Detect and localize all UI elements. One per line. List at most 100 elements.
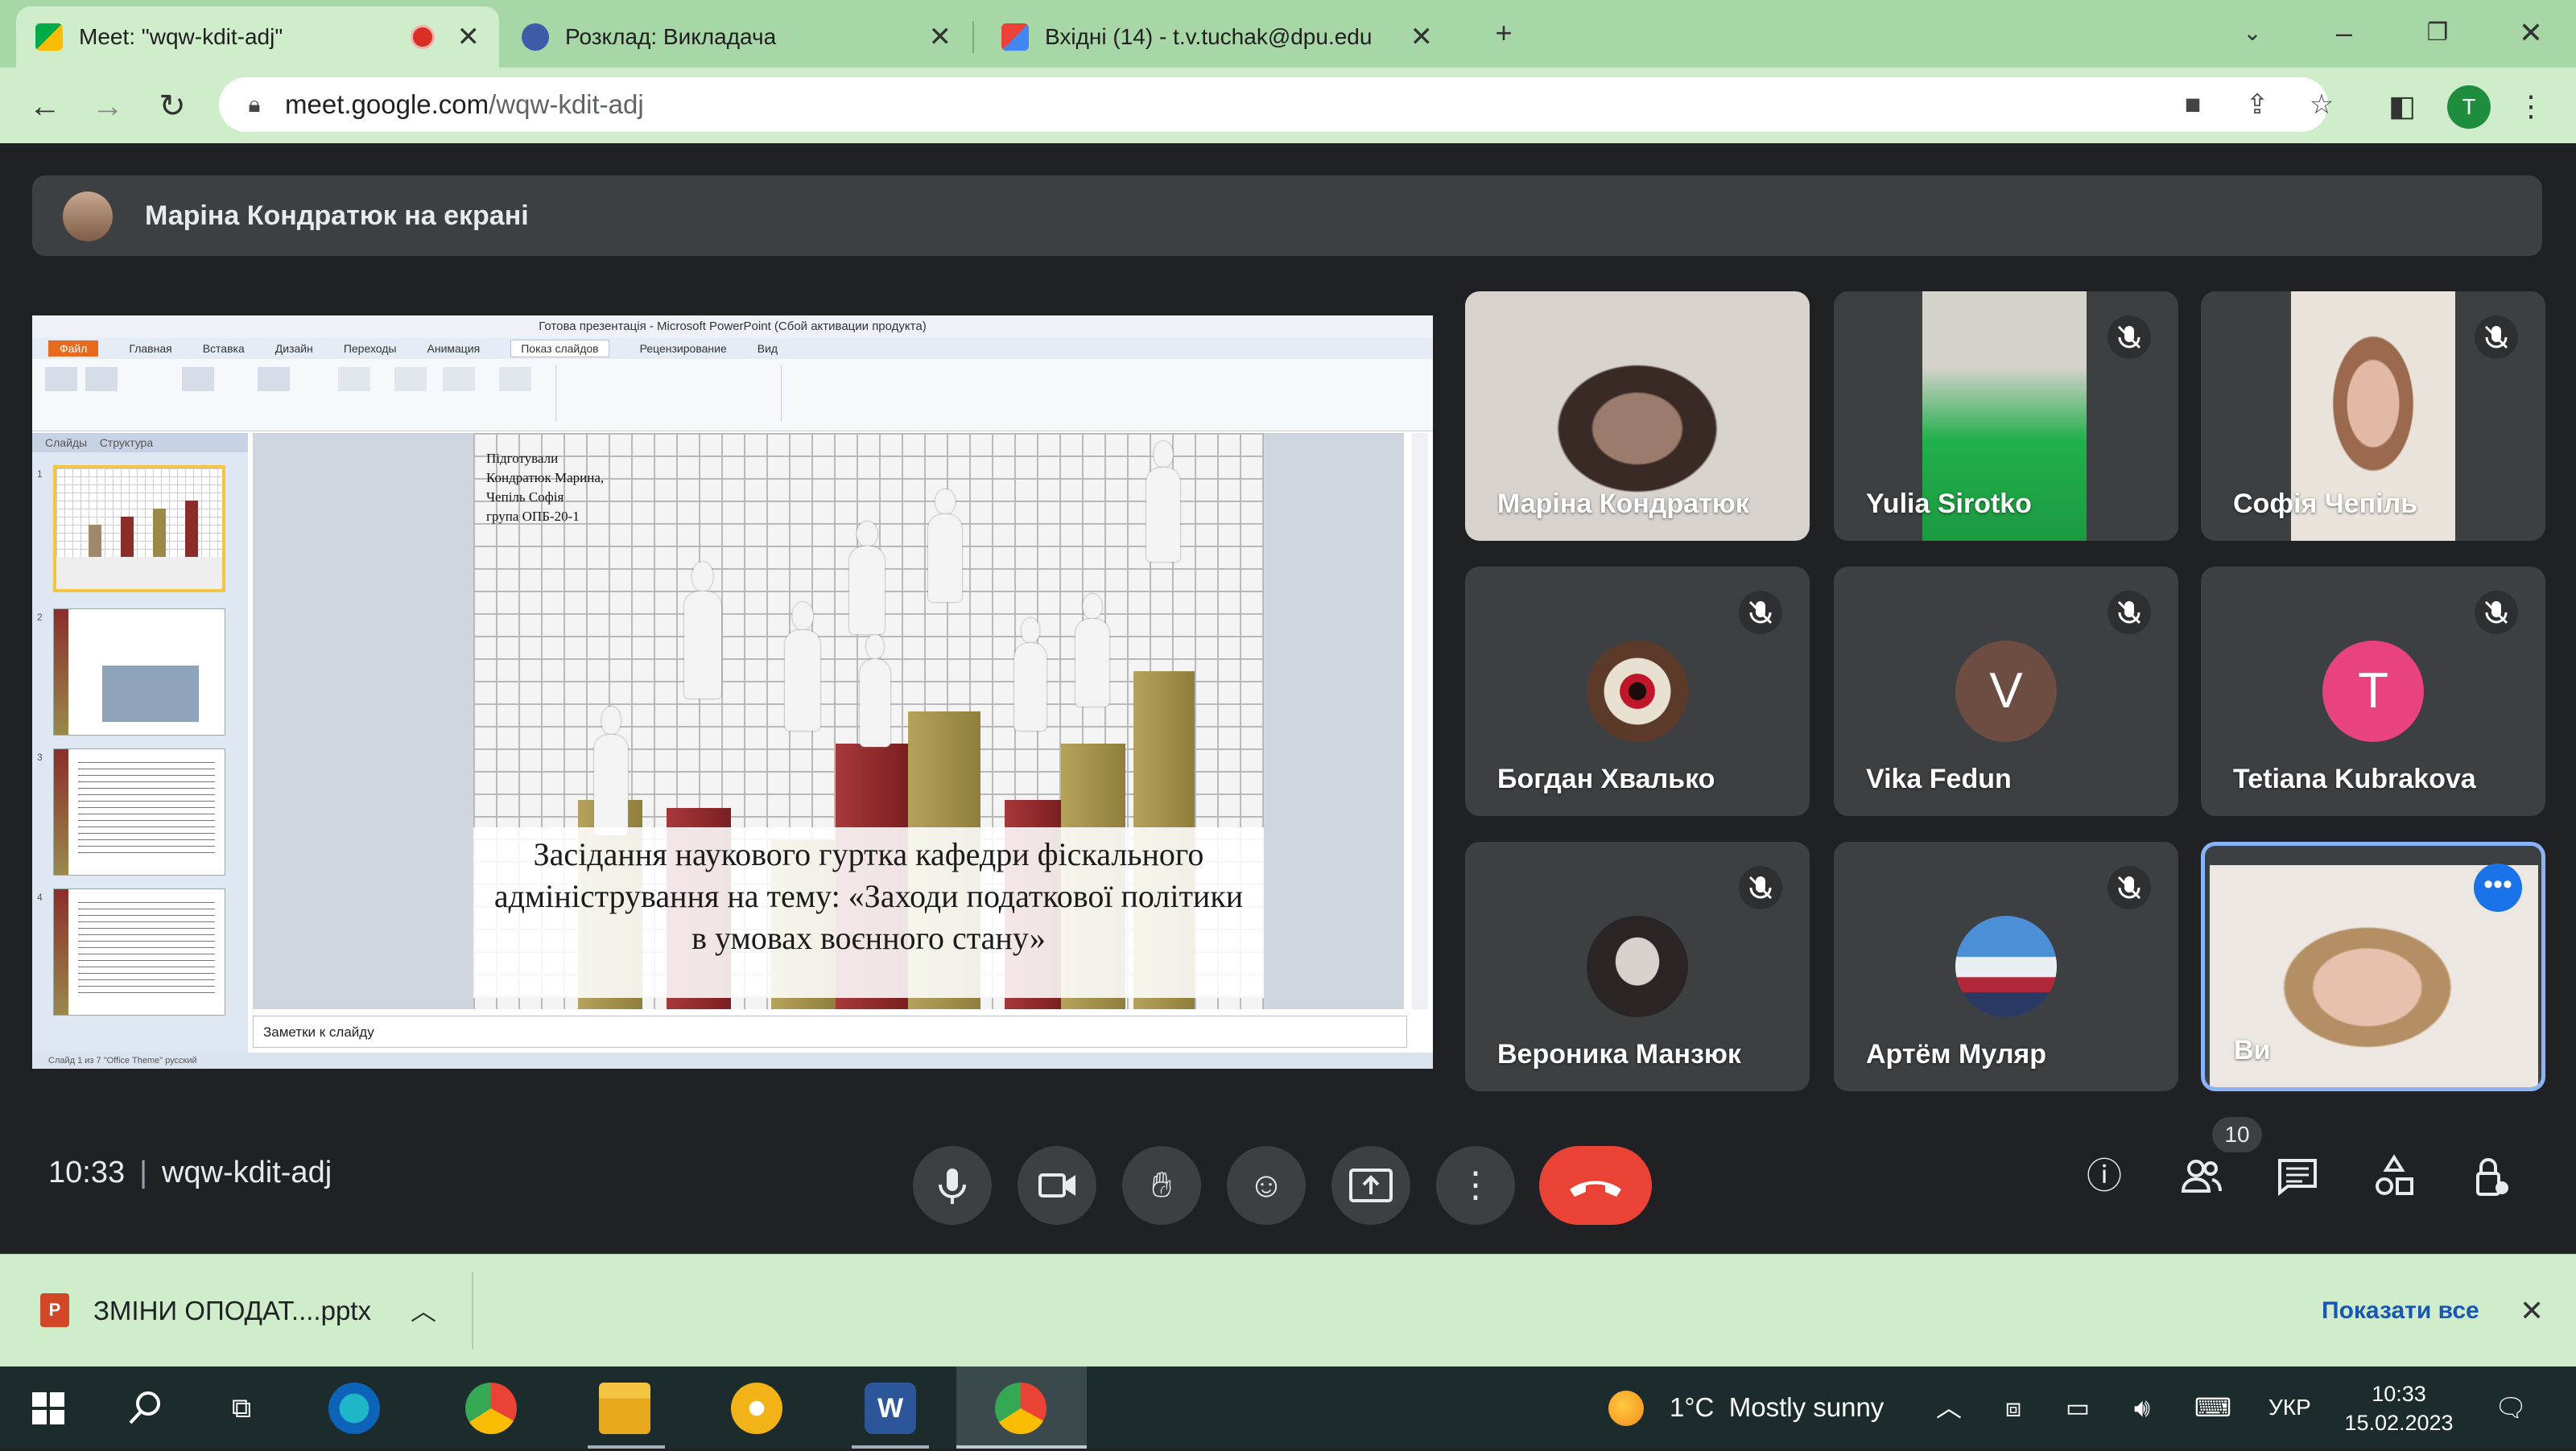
close-download-bar-icon[interactable]: ✕ [2520, 1255, 2544, 1367]
download-item[interactable]: P ЗМІНИ ОПОДАТ....pptx ︿ [32, 1272, 473, 1350]
meeting-details-info-icon[interactable]: ⓘ [2079, 1151, 2130, 1202]
meet-now-icon[interactable]: ⧈ [1993, 1387, 2033, 1428]
back-arrow-icon[interactable]: ← [23, 84, 68, 129]
tab-gmail[interactable]: Вхідні (14) - t.v.tuchak@dpu.edu ✕ [982, 6, 1452, 68]
file-explorer-icon[interactable] [599, 1383, 650, 1434]
search-icon[interactable] [119, 1383, 171, 1434]
word-icon[interactable]: W [865, 1383, 916, 1434]
chat-icon[interactable] [2272, 1151, 2323, 1202]
bookmark-star-icon[interactable]: ☆ [2301, 84, 2343, 126]
lock-icon[interactable]: 🔒︎ [233, 84, 275, 126]
weather-sun-icon[interactable] [1608, 1391, 1644, 1426]
participant-name: Софія Чепіль [2233, 488, 2418, 519]
participant-tile-self[interactable]: ••• Ви [2201, 842, 2545, 1091]
url-text[interactable]: meet.google.com/wqw-kdit-adj [285, 77, 644, 132]
mic-off-icon [2107, 866, 2151, 909]
close-window-icon[interactable]: ✕ [2507, 11, 2555, 55]
tab-schedule[interactable]: Розклад: Викладача ✕ [502, 6, 971, 68]
close-tab-icon[interactable]: ✕ [1410, 21, 1434, 53]
notifications-icon[interactable]: 🗨︎ [2491, 1387, 2531, 1428]
more-options-button[interactable]: ⋮ [1436, 1146, 1515, 1225]
raise-hand-icon: ✋︎ [1151, 1165, 1172, 1205]
address-bar[interactable]: 🔒︎ meet.google.com/wqw-kdit-adj ■ ⇪ ☆ [219, 77, 2334, 132]
running-indicator [852, 1445, 929, 1449]
tab-meet[interactable]: Meet: "wqw-kdit-adj" ✕ [16, 6, 499, 68]
activities-shapes-icon[interactable] [2368, 1151, 2420, 1202]
leave-call-button[interactable] [1539, 1146, 1652, 1225]
input-language[interactable]: УКР [2268, 1366, 2311, 1449]
tray-overflow-chevron-icon[interactable]: ︿ [1929, 1387, 1969, 1428]
taskbar-clock[interactable]: 10:33 15.02.2023 [2343, 1379, 2455, 1437]
share-icon[interactable]: ⇪ [2236, 84, 2278, 126]
participant-tile[interactable]: Софія Чепіль [2201, 291, 2545, 541]
windows-start-icon[interactable] [23, 1383, 74, 1434]
microphone-button[interactable] [913, 1146, 992, 1225]
participant-tile[interactable]: Yulia Sirotko [1834, 291, 2178, 541]
close-tab-icon[interactable]: ✕ [929, 21, 952, 53]
pp-notes-field[interactable]: Заметки к слайду [253, 1016, 1407, 1048]
keyboard-icon[interactable]: ⌨ [2193, 1387, 2233, 1428]
present-now-button[interactable] [1331, 1146, 1410, 1225]
windows-taskbar: ⧉ W 1°C Mostly sunny ︿ ⧈ ▭ 🔊︎ ⌨ УКР 10:3… [0, 1366, 2576, 1449]
participant-name: Ви [2234, 1035, 2271, 1066]
volume-icon[interactable]: 🔊︎ [2122, 1387, 2162, 1428]
new-tab-plus-icon[interactable]: + [1480, 11, 1528, 55]
side-panel-icon[interactable]: ◧ [2380, 84, 2425, 129]
slide-thumbnail-1[interactable] [53, 465, 225, 592]
reactions-button[interactable]: ☺ [1227, 1146, 1306, 1225]
camera-icon [1038, 1173, 1075, 1197]
vpn-app-icon[interactable] [731, 1383, 782, 1434]
emoji-icon: ☺ [1248, 1165, 1285, 1205]
profile-avatar[interactable]: T [2447, 85, 2491, 129]
slide-person-figure [1141, 441, 1185, 562]
slide-thumbnail-3[interactable] [53, 748, 225, 876]
show-all-downloads-button[interactable]: Показати все [2322, 1255, 2479, 1367]
thumb-number: 1 [37, 468, 43, 480]
slide-person-figure [679, 562, 727, 699]
tab-search-chevron-icon[interactable]: ⌄ [2228, 11, 2277, 55]
participant-tile[interactable]: Вероника Манзюк [1465, 842, 1810, 1091]
pp-ribbon-icon [338, 367, 370, 391]
pp-vertical-scrollbar[interactable] [1412, 433, 1428, 1009]
camera-button[interactable] [1018, 1146, 1096, 1225]
chrome-browser-icon[interactable] [465, 1383, 517, 1434]
chrome-active-icon[interactable] [995, 1383, 1046, 1434]
shared-screen[interactable]: Готова презентація - Microsoft PowerPoin… [32, 315, 1433, 1069]
participant-tile[interactable]: V Vika Fedun [1834, 567, 2178, 816]
host-controls-lock-icon[interactable] [2465, 1151, 2516, 1202]
slide-thumbnail-4[interactable] [53, 888, 225, 1016]
weather-widget[interactable]: 1°C Mostly sunny [1670, 1366, 1884, 1449]
browser-menu-icon[interactable]: ⋮ [2508, 84, 2553, 129]
pp-ribbon-icon [394, 367, 427, 391]
pp-tab-review: Рецензирование [639, 342, 727, 355]
current-slide[interactable]: Підготували Кондратюк Марина, Чепіль Соф… [473, 433, 1264, 1009]
minimize-window-icon[interactable]: – [2320, 11, 2368, 55]
people-icon[interactable] [2175, 1151, 2227, 1202]
slide-thumbnail-2[interactable] [53, 608, 225, 736]
pp-ribbon-icon [443, 367, 475, 391]
participant-name: Tetiana Kubrakova [2233, 764, 2476, 794]
running-indicator [588, 1445, 665, 1449]
participant-tile[interactable]: T Tetiana Kubrakova [2201, 567, 2545, 816]
participant-tile[interactable]: Артём Муляр [1834, 842, 2178, 1091]
pp-tab-animation: Анимация [427, 342, 481, 355]
tile-more-options-icon[interactable]: ••• [2474, 864, 2522, 912]
forward-arrow-icon[interactable]: → [85, 84, 130, 129]
mic-off-icon [1739, 866, 1782, 909]
camera-in-use-icon[interactable]: ■ [2172, 84, 2214, 126]
battery-icon[interactable]: ▭ [2058, 1387, 2098, 1428]
participant-tile[interactable]: Богдан Хвалько [1465, 567, 1810, 816]
restore-window-icon[interactable]: ❐ [2413, 11, 2462, 55]
close-tab-icon[interactable]: ✕ [457, 21, 481, 53]
chevron-up-icon[interactable]: ︿ [411, 1272, 436, 1350]
reload-icon[interactable]: ↻ [150, 84, 195, 129]
thumb-number: 2 [37, 612, 43, 623]
url-path: /wqw-kdit-adj [489, 89, 644, 119]
pp-tab-transitions: Переходы [343, 342, 397, 355]
participant-tile[interactable]: Маріна Кондратюк [1465, 291, 1810, 541]
thumb-number: 3 [37, 752, 43, 763]
edge-browser-icon[interactable] [328, 1383, 380, 1434]
task-view-icon[interactable]: ⧉ [216, 1383, 267, 1434]
participant-name: Yulia Sirotko [1866, 488, 2032, 519]
raise-hand-button[interactable]: ✋︎ [1122, 1146, 1201, 1225]
